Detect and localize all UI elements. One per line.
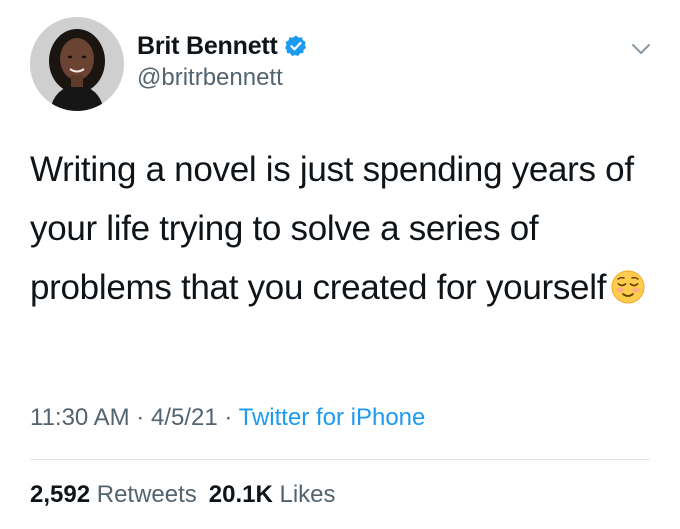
- likes-label: Likes: [279, 481, 336, 508]
- tweet-body: Writing a novel is just spending years o…: [30, 150, 634, 307]
- likes-count: 20.1K: [208, 481, 273, 508]
- tweet-time[interactable]: 11:30 AM: [30, 404, 130, 431]
- display-name[interactable]: Brit Bennett: [137, 32, 278, 61]
- chevron-down-icon[interactable]: [630, 38, 652, 60]
- tweet-source-link[interactable]: Twitter for iPhone: [239, 404, 426, 431]
- retweets-stat[interactable]: 2,592 Retweets: [30, 481, 197, 508]
- meta-separator: ·: [224, 404, 233, 431]
- likes-stat[interactable]: 20.1K Likes: [209, 481, 336, 508]
- author-info: Brit Bennett @britrbennett: [137, 30, 308, 92]
- verified-badge-icon: [284, 34, 308, 58]
- meta-separator: ·: [136, 404, 145, 431]
- handle[interactable]: @britrbennett: [137, 64, 308, 92]
- tweet-stats: 2,592 Retweets 20.1K Likes: [30, 481, 336, 509]
- tweet-card: Brit Bennett @britrbennett Writing a nov…: [0, 0, 680, 529]
- retweets-label: Retweets: [96, 481, 197, 508]
- divider: [30, 459, 650, 460]
- name-row: Brit Bennett: [137, 30, 308, 62]
- relieved-face-emoji: [610, 264, 646, 304]
- avatar[interactable]: [30, 17, 124, 111]
- retweets-count: 2,592: [30, 481, 91, 508]
- tweet-meta: 11:30 AM · 4/5/21 · Twitter for iPhone: [30, 404, 425, 432]
- tweet-text: Writing a novel is just spending years o…: [30, 140, 660, 317]
- tweet-date[interactable]: 4/5/21: [151, 404, 218, 431]
